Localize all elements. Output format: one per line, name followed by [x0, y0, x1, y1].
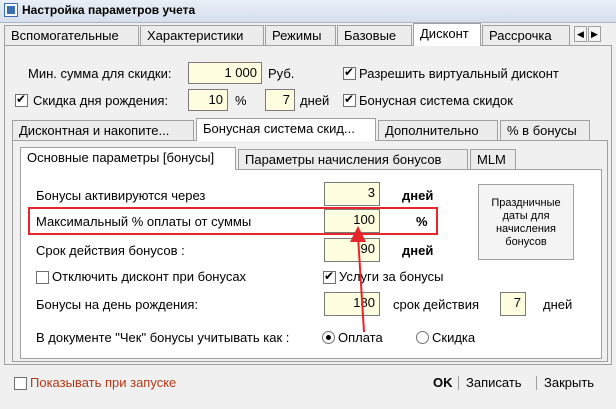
tab-installment[interactable]: Рассрочка	[482, 25, 570, 46]
validity-unit: дней	[402, 243, 434, 258]
services-checkbox[interactable]	[323, 269, 336, 284]
birthday-bonus-days-input[interactable]: 7	[500, 292, 526, 316]
max-percent-label: Максимальный % оплаты от суммы	[36, 214, 252, 229]
option-payment-radio[interactable]	[322, 331, 335, 344]
check-doc-label: В документе "Чек" бонусы учитывать как :	[36, 330, 290, 345]
save-button[interactable]: Записать	[466, 375, 522, 390]
tab-accrual-params[interactable]: Параметры начисления бонусов	[238, 149, 468, 170]
activate-unit: дней	[402, 188, 434, 203]
tab-bonus-system[interactable]: Бонусная система скид...	[196, 118, 376, 141]
tab-discount[interactable]: Дисконт	[413, 23, 481, 46]
option-discount-label: Скидка	[432, 330, 476, 345]
allow-virtual-checkbox[interactable]	[343, 65, 356, 80]
disable-discount-label: Отключить дисконт при бонусах	[52, 269, 247, 284]
app-icon	[4, 3, 18, 17]
birthday-bonus-days-unit: дней	[543, 297, 573, 312]
show-on-start-checkbox[interactable]	[14, 377, 27, 390]
birthday-discount-label: Скидка дня рождения:	[33, 93, 169, 108]
holiday-dates-button[interactable]: Праздничные даты для начисления бонусов	[478, 184, 574, 260]
tab-additional[interactable]: Дополнительно	[378, 120, 498, 141]
disable-discount-checkbox[interactable]	[36, 271, 49, 284]
birthday-bonus-label: Бонусы на день рождения:	[36, 297, 199, 312]
ok-button[interactable]: OK	[433, 375, 453, 390]
tab-mlm[interactable]: MLM	[470, 149, 516, 170]
currency-label: Руб.	[268, 66, 295, 81]
activate-label: Бонусы активируются через	[36, 188, 206, 203]
tab-basic[interactable]: Базовые	[337, 25, 412, 46]
activate-input[interactable]: 3	[324, 182, 380, 206]
tab-discount-accumulative[interactable]: Дисконтная и накопите...	[12, 120, 194, 141]
close-button[interactable]: Закрыть	[544, 375, 594, 390]
option-discount-radio[interactable]	[416, 331, 429, 344]
annotation-arrow-icon	[350, 226, 366, 333]
arrow-left-icon[interactable]: ◀	[574, 26, 587, 42]
bonus-system-label: Бонусная система скидок	[359, 93, 513, 108]
window-title: Настройка параметров учета	[22, 3, 196, 17]
tab-modes[interactable]: Режимы	[265, 25, 336, 46]
percent-label: %	[235, 93, 247, 108]
footer-separator	[458, 376, 459, 390]
footer-separator	[536, 376, 537, 390]
min-sum-input[interactable]: 1 000	[188, 62, 262, 84]
tab-characteristics[interactable]: Характеристики	[140, 25, 264, 46]
validity-period-label: срок действия	[393, 297, 479, 312]
max-percent-unit: %	[416, 214, 428, 229]
tab-auxiliary[interactable]: Вспомогательные	[4, 25, 139, 46]
validity-label: Срок действия бонусов :	[36, 243, 185, 258]
show-on-start-label: Показывать при запуске	[30, 375, 177, 390]
bonus-system-checkbox[interactable]	[343, 92, 356, 107]
allow-virtual-label: Разрешить виртуальный дисконт	[359, 66, 559, 81]
birthday-discount-checkbox[interactable]	[15, 92, 28, 107]
tab-percent-to-bonus[interactable]: % в бонусы	[500, 120, 590, 141]
min-sum-label: Мин. сумма для скидки:	[28, 66, 172, 81]
tab-main-params[interactable]: Основные параметры [бонусы]	[20, 147, 236, 170]
days-label: дней	[300, 93, 330, 108]
birthday-days-input[interactable]: 7	[265, 89, 295, 111]
arrow-right-icon[interactable]: ▶	[588, 26, 601, 42]
window-titlebar: Настройка параметров учета	[0, 0, 616, 23]
birthday-percent-input[interactable]: 10	[188, 89, 228, 111]
